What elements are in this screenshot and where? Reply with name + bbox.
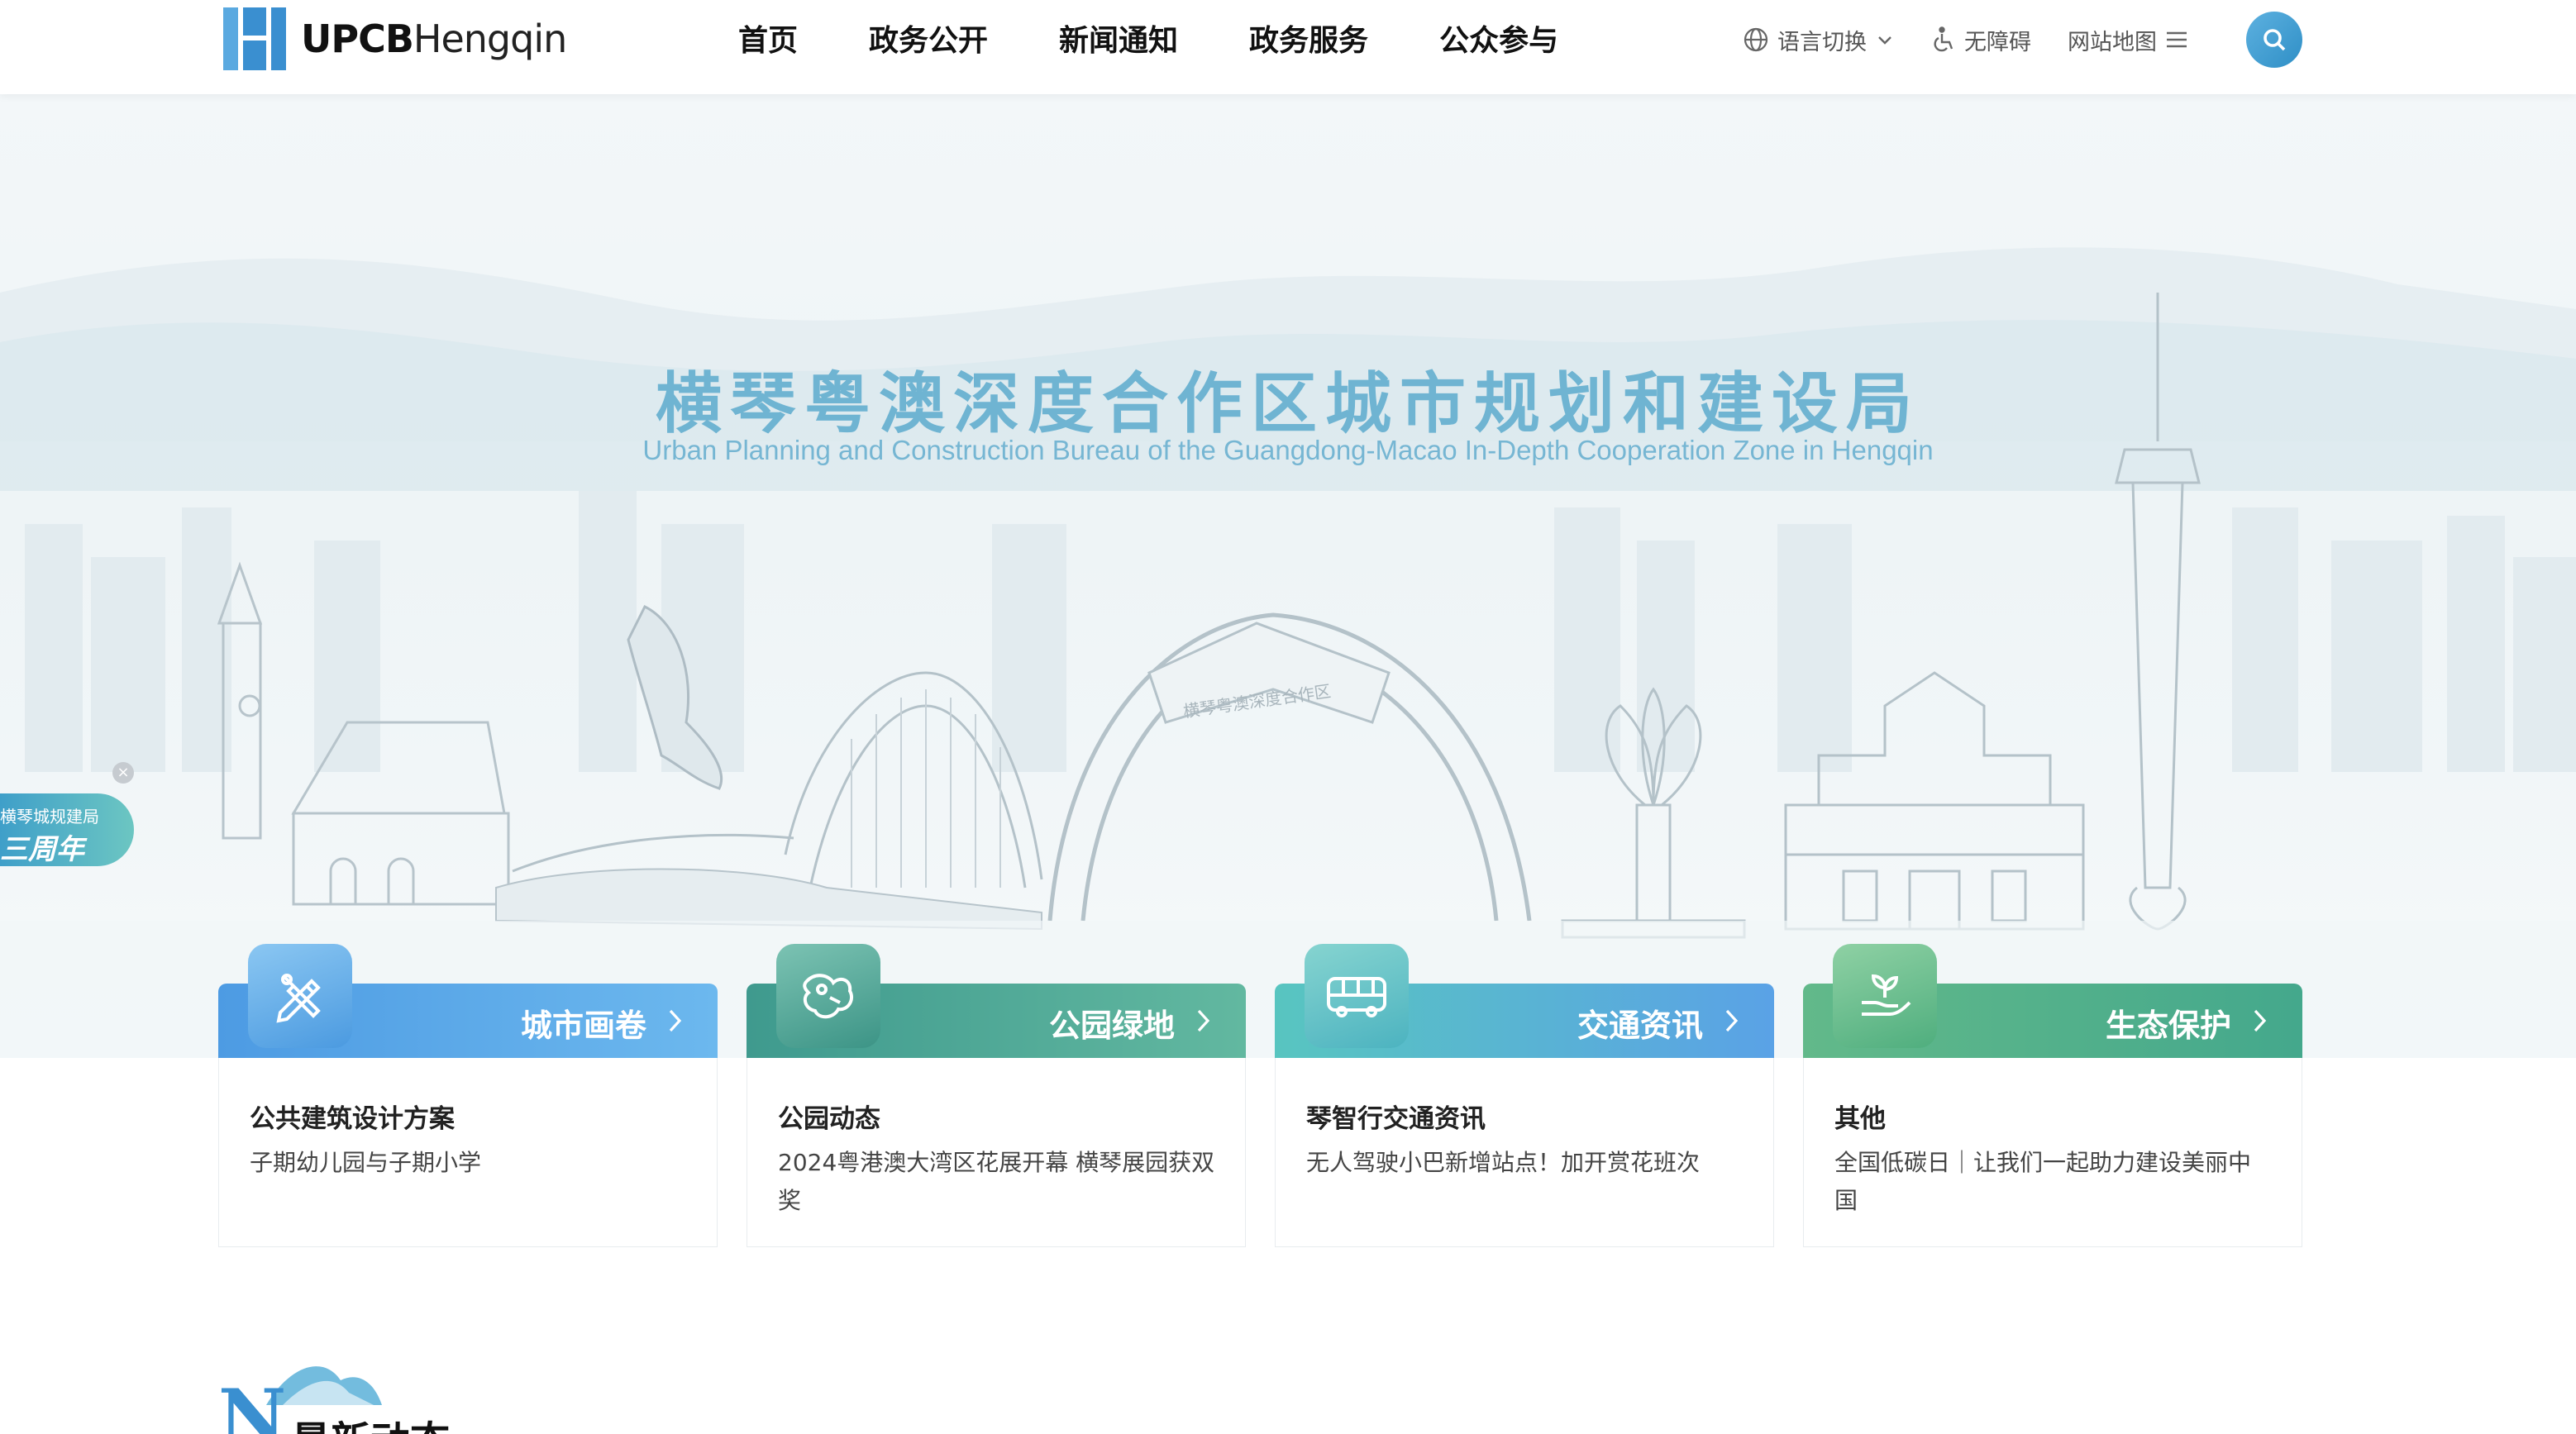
latest-news-heading: N 最新动态 (217, 1355, 481, 1434)
site-header: UPCBHengqin 首页 政务公开 新闻通知 政务服务 公众参与 语言切换 … (0, 0, 2576, 94)
hero-banner: 横琴粤澳深度合作区 横琴粤澳深度合作区城市规划和建设局 Urban Planni… (0, 94, 2576, 1058)
sitemap-link[interactable]: 网站地图 (2068, 24, 2188, 56)
news-letter-icon: N (218, 1373, 286, 1434)
card-city-scroll: 城市画卷 公共建筑设计方案 子期幼儿园与子期小学 (218, 944, 718, 1248)
anniversary-badge[interactable]: 横琴城规建局 三周年 (0, 793, 134, 866)
chevron-right-icon (1725, 1009, 1739, 1032)
card-subtitle[interactable]: 公共建筑设计方案 (250, 1098, 455, 1135)
accessibility-label: 无障碍 (1964, 29, 2031, 55)
card-subtitle[interactable]: 公园动态 (778, 1098, 880, 1135)
badge-small-text: 横琴城规建局 (0, 807, 99, 827)
card-title: 公园绿地 (1048, 1008, 1175, 1044)
logo-text: UPCBHengqin (301, 17, 567, 61)
card-icon-tile (1305, 944, 1409, 1048)
chevron-right-icon (669, 1009, 682, 1032)
sprout-hand-icon (1862, 974, 1911, 1016)
card-icon-tile (776, 944, 880, 1048)
nav-home[interactable]: 首页 (738, 18, 798, 64)
bus-icon (1327, 977, 1386, 1017)
card-title: 生态保护 (2105, 1008, 2231, 1044)
nav-government-affairs[interactable]: 政务公开 (869, 18, 988, 64)
chevron-right-icon (1197, 1009, 1210, 1032)
site-logo[interactable]: UPCBHengqin (223, 7, 567, 70)
badge-close-button[interactable]: × (112, 762, 134, 784)
card-text[interactable]: 无人驾驶小巴新增站点！加开赏花班次 (1306, 1144, 1744, 1182)
hero-title: 横琴粤澳深度合作区城市规划和建设局 (656, 365, 1920, 442)
card-subtitle[interactable]: 其他 (1834, 1098, 1886, 1135)
menu-icon (2167, 31, 2187, 48)
chevron-down-icon (1878, 36, 1891, 45)
badge-big-text: 三周年 (0, 833, 84, 866)
card-subtitle[interactable]: 琴智行交通资讯 (1306, 1098, 1486, 1135)
card-text[interactable]: 全国低碳日｜让我们一起助力建设美丽中国 (1834, 1144, 2273, 1220)
header-tools: 语言切换 无障碍 网站地图 (1743, 18, 2225, 61)
accessibility-link[interactable]: 无障碍 (1931, 24, 2031, 56)
language-switch[interactable]: 语言切换 (1743, 24, 1895, 56)
card-icon-tile (248, 944, 352, 1048)
card-transport-info: 交通资讯 琴智行交通资讯 无人驾驶小巴新增站点！加开赏花班次 (1275, 944, 1774, 1248)
sitemap-label: 网站地图 (2068, 29, 2157, 55)
card-title: 交通资讯 (1577, 1008, 1703, 1044)
nav-news[interactable]: 新闻通知 (1059, 18, 1178, 64)
nav-services[interactable]: 政务服务 (1249, 18, 1368, 64)
search-icon (2264, 29, 2286, 51)
main-nav: 首页 政务公开 新闻通知 政务服务 公众参与 (738, 18, 1629, 64)
search-button[interactable] (2246, 12, 2302, 68)
card-title: 城市画卷 (520, 1008, 646, 1044)
logo-mark-icon (223, 7, 286, 70)
city-skyline-illustration: 横琴粤澳深度合作区 (0, 247, 2576, 1058)
globe-icon (1744, 27, 1768, 52)
park-map-icon (803, 974, 854, 1019)
card-eco-protection: 生态保护 其他 全国低碳日｜让我们一起助力建设美丽中国 (1803, 944, 2302, 1248)
hero-subtitle: Urban Planning and Construction Bureau o… (642, 435, 1934, 465)
language-label: 语言切换 (1777, 29, 1867, 55)
card-text[interactable]: 子期幼儿园与子期小学 (250, 1144, 688, 1182)
pencil-ruler-icon (276, 974, 321, 1023)
wheelchair-icon (1934, 26, 1953, 52)
card-text[interactable]: 2024粤港澳大湾区花展开幕 横琴展园获双奖 (778, 1144, 1216, 1220)
card-icon-tile (1833, 944, 1937, 1048)
nav-participation[interactable]: 公众参与 (1439, 18, 1558, 64)
chevron-right-icon (2254, 1009, 2267, 1032)
news-title: 最新动态 (291, 1408, 450, 1434)
card-parks-green: 公园绿地 公园动态 2024粤港澳大湾区花展开幕 横琴展园获双奖 (747, 944, 1246, 1248)
